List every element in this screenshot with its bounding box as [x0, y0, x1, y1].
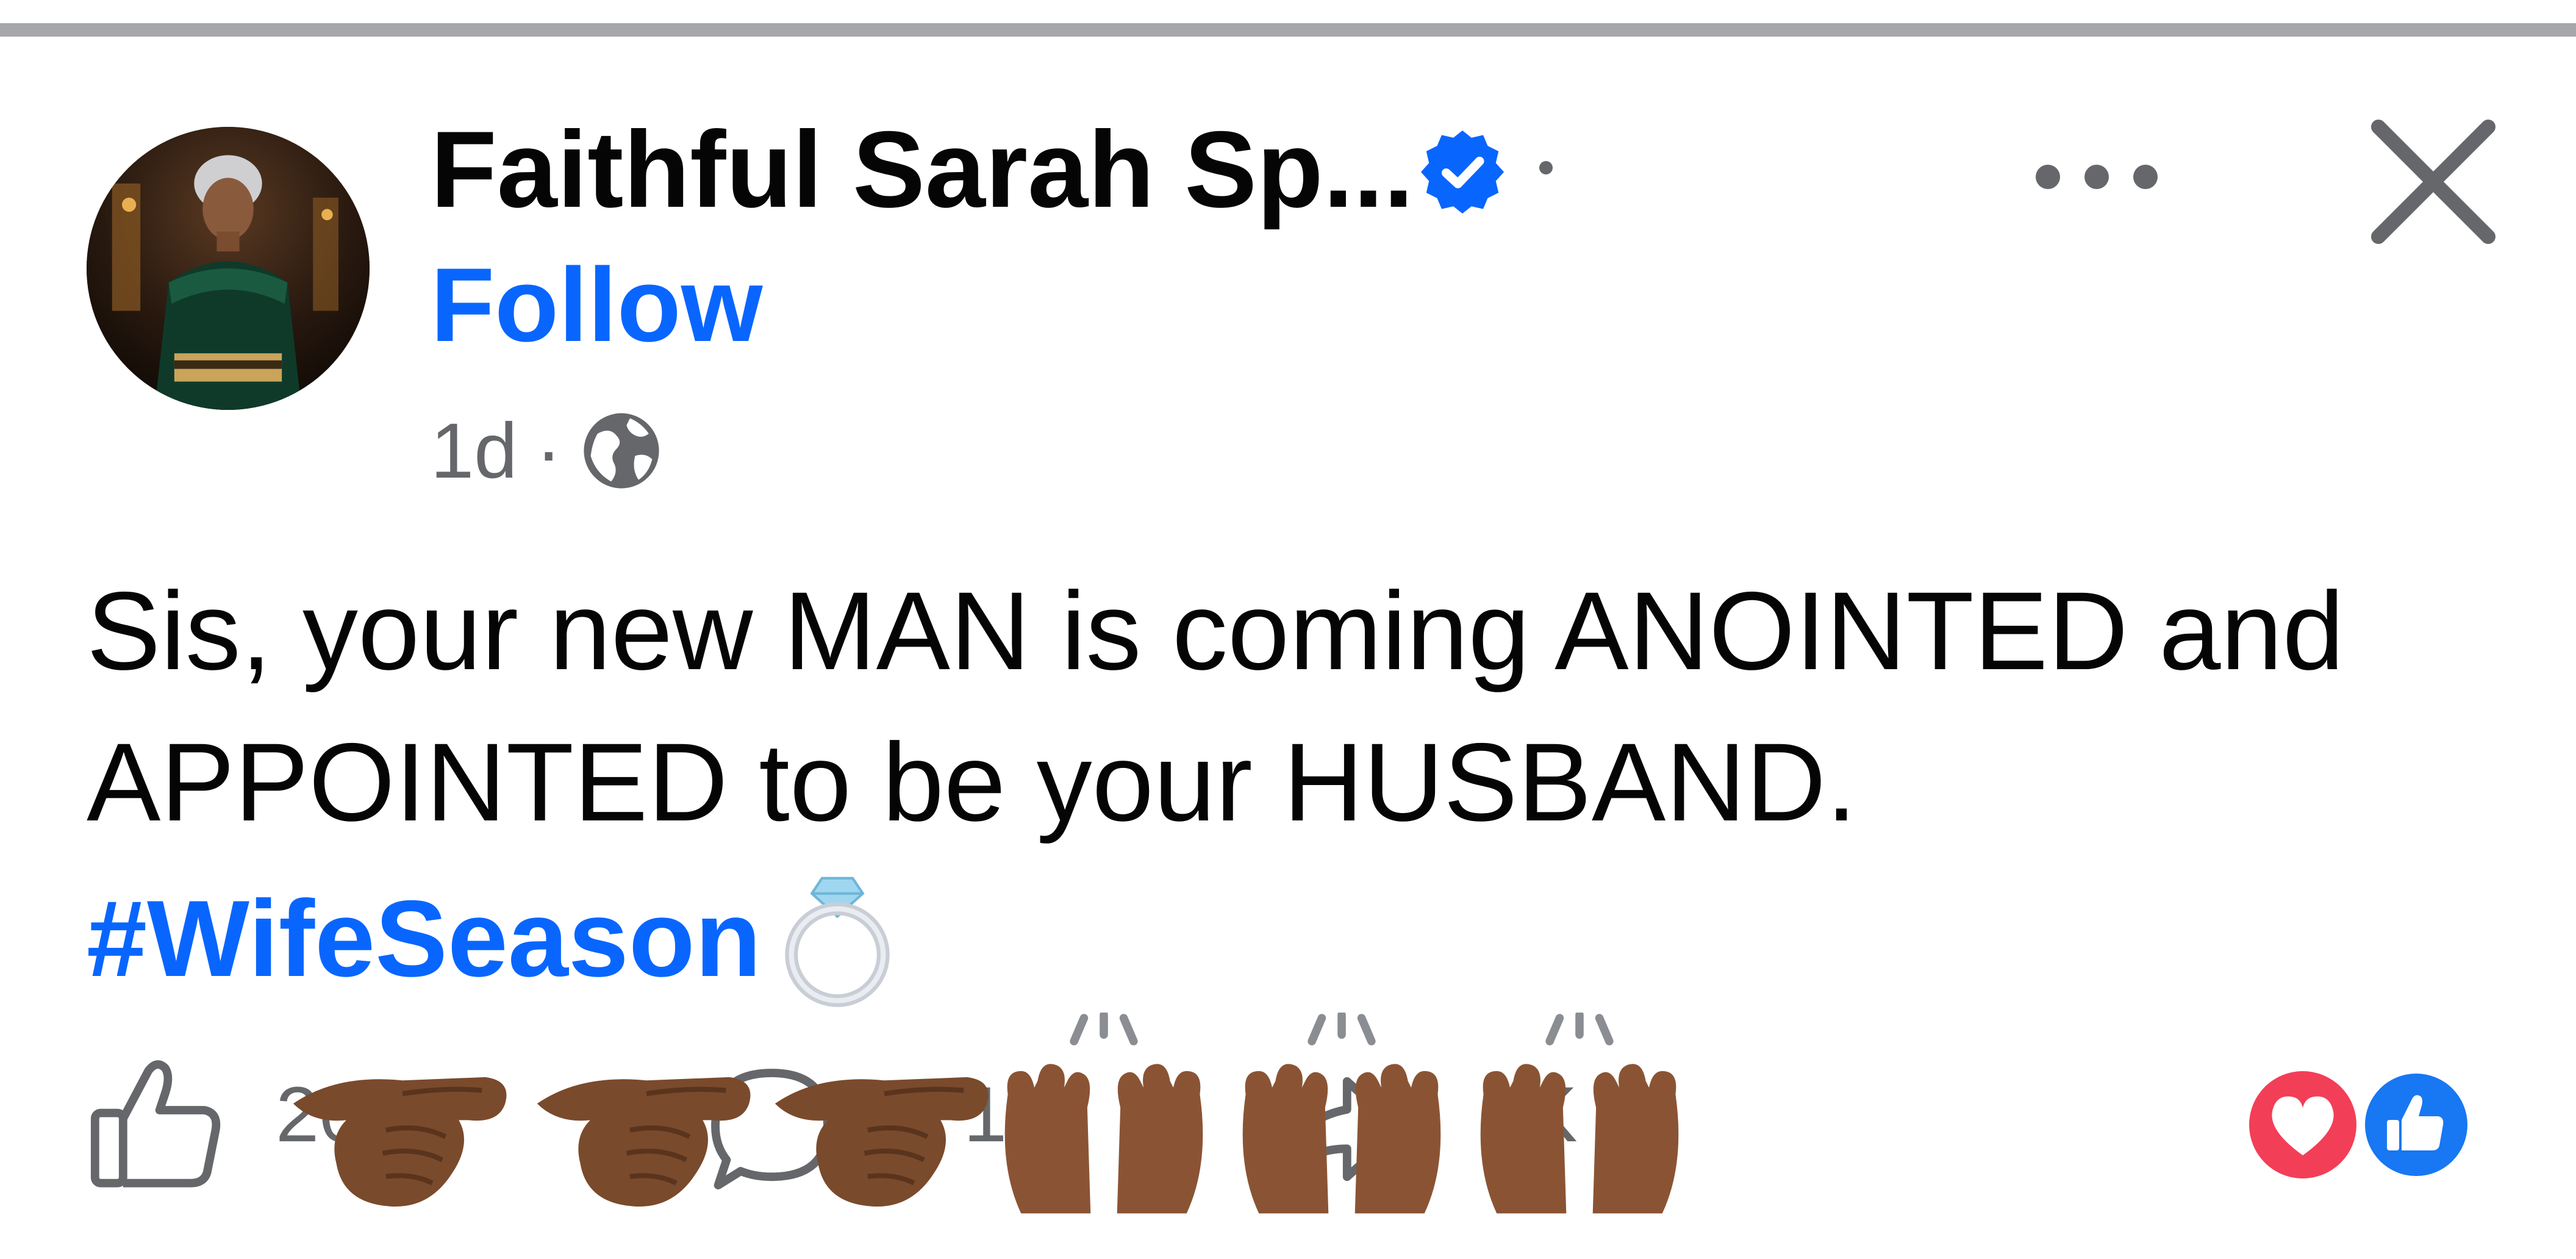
author-name[interactable]: Faithful Sarah Sp... — [431, 109, 1414, 231]
comment-button[interactable] — [701, 1059, 842, 1199]
ring-emoji — [785, 877, 890, 1007]
raised-hands-emoji — [1004, 1013, 1203, 1214]
post-timestamp[interactable]: 1d — [431, 406, 517, 496]
meta-separator: · — [535, 407, 562, 495]
share-button[interactable] — [1268, 1059, 1409, 1199]
like-reaction-icon — [2360, 1069, 2472, 1181]
post-text-line-1: Sis, your new MAN is coming ANOINTED and — [87, 569, 2344, 693]
author-avatar[interactable] — [87, 127, 370, 410]
more-options-icon — [2036, 165, 2158, 189]
post-body: Sis, your new MAN is coming ANOINTED and… — [87, 555, 2514, 858]
share-icon — [1275, 1077, 1405, 1187]
close-button[interactable] — [2366, 115, 2500, 249]
verified-badge-icon — [1420, 130, 1504, 214]
like-button[interactable] — [87, 1054, 227, 1194]
post-text-line-2: APPOINTED to be your HUSBAND. — [87, 720, 1857, 844]
comment-icon — [711, 1069, 832, 1189]
love-reaction-icon — [2249, 1071, 2356, 1178]
more-options-button[interactable] — [2023, 146, 2170, 207]
close-icon — [2371, 120, 2496, 244]
follow-button[interactable]: Follow — [431, 245, 763, 365]
hashtag-line: #WifeSeason — [87, 859, 901, 1017]
emoji-overlay — [0, 1013, 1708, 1244]
post-meta: 1d · — [431, 405, 664, 497]
thumbs-up-icon — [90, 1060, 221, 1188]
top-divider — [0, 23, 2576, 37]
like-count: 20K — [276, 1071, 415, 1158]
reaction-summary[interactable] — [2244, 1064, 2476, 1186]
name-separator-dot — [1539, 161, 1553, 174]
globe-icon[interactable] — [579, 408, 664, 493]
avatar-image — [87, 127, 370, 410]
comment-count: 1 — [964, 1071, 1007, 1158]
action-bar: 20K 1 2K — [0, 1013, 2576, 1244]
post-card: Faithful Sarah Sp... Follow 1d · Sis, yo… — [0, 0, 2576, 1259]
reaction-icons — [2249, 1069, 2472, 1181]
share-count: 2K — [1482, 1071, 1578, 1158]
hashtag-link[interactable]: #WifeSeason — [87, 876, 761, 1001]
